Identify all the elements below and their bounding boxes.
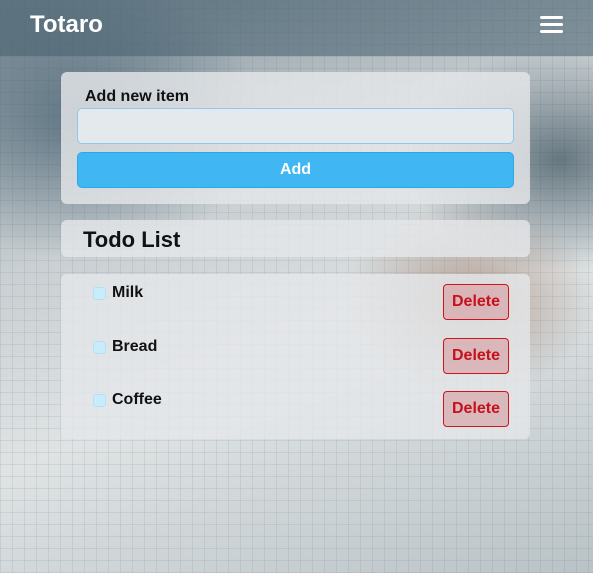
list-item: Milk Delete [61,274,530,320]
top-navbar: Totaro [0,0,593,56]
item-checkbox[interactable] [93,394,106,407]
add-item-card: Add new item Add [61,72,530,204]
item-text: Coffee [112,391,162,408]
hamburger-menu-icon[interactable] [540,15,563,35]
item-checkbox[interactable] [93,287,106,300]
todo-list: Milk Delete Bread Delete Coffee Delete [61,274,530,439]
delete-button[interactable]: Delete [443,391,509,427]
menu-bar-line [540,30,563,33]
todo-list-title: Todo List [83,227,181,252]
brand-title[interactable]: Totaro [30,11,103,39]
item-checkbox[interactable] [93,341,106,354]
list-item: Bread Delete [61,328,530,374]
todo-list-header: Todo List [61,220,530,257]
list-item: Coffee Delete [61,381,530,427]
add-button[interactable]: Add [77,152,514,188]
menu-bar-line [540,16,563,19]
menu-bar-line [540,23,563,26]
delete-button[interactable]: Delete [443,284,509,320]
item-text: Milk [112,284,144,301]
delete-button[interactable]: Delete [443,338,509,374]
item-text: Bread [112,338,158,355]
add-item-label: Add new item [85,88,190,105]
new-item-input[interactable] [77,108,514,144]
